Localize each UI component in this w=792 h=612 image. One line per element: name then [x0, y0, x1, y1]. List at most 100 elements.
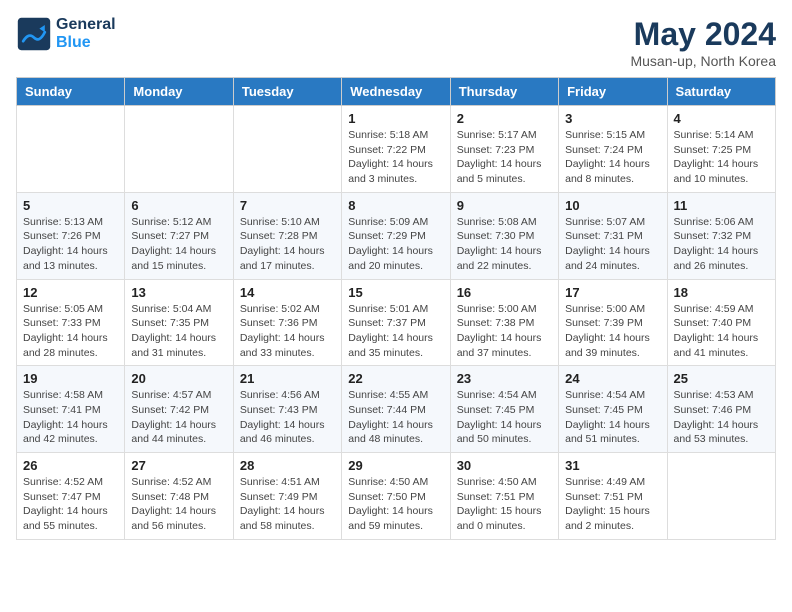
day-info: Sunrise: 4:50 AM Sunset: 7:51 PM Dayligh… — [457, 475, 552, 534]
day-info: Sunrise: 5:00 AM Sunset: 7:38 PM Dayligh… — [457, 302, 552, 361]
day-number: 7 — [240, 198, 335, 213]
day-info: Sunrise: 5:06 AM Sunset: 7:32 PM Dayligh… — [674, 215, 769, 274]
day-cell-30: 30 Sunrise: 4:50 AM Sunset: 7:51 PM Dayli… — [450, 453, 558, 540]
weekday-header-saturday: Saturday — [667, 78, 775, 106]
day-info: Sunrise: 5:05 AM Sunset: 7:33 PM Dayligh… — [23, 302, 118, 361]
title-block: May 2024 Musan-up, North Korea — [630, 16, 776, 69]
day-number: 1 — [348, 111, 443, 126]
day-cell-13: 13 Sunrise: 5:04 AM Sunset: 7:35 PM Dayli… — [125, 279, 233, 366]
empty-cell — [125, 106, 233, 193]
day-number: 20 — [131, 371, 226, 386]
day-cell-11: 11 Sunrise: 5:06 AM Sunset: 7:32 PM Dayli… — [667, 192, 775, 279]
weekday-header-friday: Friday — [559, 78, 667, 106]
day-number: 6 — [131, 198, 226, 213]
day-number: 26 — [23, 458, 118, 473]
day-info: Sunrise: 4:54 AM Sunset: 7:45 PM Dayligh… — [565, 388, 660, 447]
day-info: Sunrise: 4:59 AM Sunset: 7:40 PM Dayligh… — [674, 302, 769, 361]
day-cell-19: 19 Sunrise: 4:58 AM Sunset: 7:41 PM Dayli… — [17, 366, 125, 453]
day-number: 29 — [348, 458, 443, 473]
day-cell-2: 2 Sunrise: 5:17 AM Sunset: 7:23 PM Daylig… — [450, 106, 558, 193]
day-number: 25 — [674, 371, 769, 386]
day-number: 5 — [23, 198, 118, 213]
day-info: Sunrise: 4:56 AM Sunset: 7:43 PM Dayligh… — [240, 388, 335, 447]
day-info: Sunrise: 5:02 AM Sunset: 7:36 PM Dayligh… — [240, 302, 335, 361]
day-cell-26: 26 Sunrise: 4:52 AM Sunset: 7:47 PM Dayli… — [17, 453, 125, 540]
day-cell-5: 5Sunrise: 5:13 AM Sunset: 7:26 PM Daylig… — [17, 192, 125, 279]
day-info: Sunrise: 4:52 AM Sunset: 7:48 PM Dayligh… — [131, 475, 226, 534]
week-row-2: 5Sunrise: 5:13 AM Sunset: 7:26 PM Daylig… — [17, 192, 776, 279]
weekday-header-wednesday: Wednesday — [342, 78, 450, 106]
day-info: Sunrise: 5:14 AM Sunset: 7:25 PM Dayligh… — [674, 128, 769, 187]
day-number: 17 — [565, 285, 660, 300]
empty-cell — [667, 453, 775, 540]
day-number: 13 — [131, 285, 226, 300]
day-cell-31: 31Sunrise: 4:49 AM Sunset: 7:51 PM Dayli… — [559, 453, 667, 540]
day-number: 10 — [565, 198, 660, 213]
day-cell-28: 28Sunrise: 4:51 AM Sunset: 7:49 PM Dayli… — [233, 453, 341, 540]
day-cell-8: 8 Sunrise: 5:09 AM Sunset: 7:29 PM Daylig… — [342, 192, 450, 279]
day-cell-12: 12 Sunrise: 5:05 AM Sunset: 7:33 PM Dayli… — [17, 279, 125, 366]
day-info: Sunrise: 4:50 AM Sunset: 7:50 PM Dayligh… — [348, 475, 443, 534]
day-number: 27 — [131, 458, 226, 473]
day-info: Sunrise: 5:07 AM Sunset: 7:31 PM Dayligh… — [565, 215, 660, 274]
weekday-header-sunday: Sunday — [17, 78, 125, 106]
day-info: Sunrise: 5:15 AM Sunset: 7:24 PM Dayligh… — [565, 128, 660, 187]
day-cell-17: 17Sunrise: 5:00 AM Sunset: 7:39 PM Dayli… — [559, 279, 667, 366]
weekday-header-thursday: Thursday — [450, 78, 558, 106]
day-number: 3 — [565, 111, 660, 126]
week-row-3: 12 Sunrise: 5:05 AM Sunset: 7:33 PM Dayli… — [17, 279, 776, 366]
logo-icon — [16, 16, 52, 52]
day-info: Sunrise: 4:51 AM Sunset: 7:49 PM Dayligh… — [240, 475, 335, 534]
day-number: 8 — [348, 198, 443, 213]
day-info: Sunrise: 4:49 AM Sunset: 7:51 PM Dayligh… — [565, 475, 660, 534]
day-number: 15 — [348, 285, 443, 300]
week-row-5: 26 Sunrise: 4:52 AM Sunset: 7:47 PM Dayli… — [17, 453, 776, 540]
day-number: 24 — [565, 371, 660, 386]
day-cell-15: 15 Sunrise: 5:01 AM Sunset: 7:37 PM Dayli… — [342, 279, 450, 366]
day-cell-6: 6Sunrise: 5:12 AM Sunset: 7:27 PM Daylig… — [125, 192, 233, 279]
day-cell-23: 23 Sunrise: 4:54 AM Sunset: 7:45 PM Dayli… — [450, 366, 558, 453]
day-cell-14: 14 Sunrise: 5:02 AM Sunset: 7:36 PM Dayli… — [233, 279, 341, 366]
day-info: Sunrise: 4:52 AM Sunset: 7:47 PM Dayligh… — [23, 475, 118, 534]
weekday-header-row: SundayMondayTuesdayWednesdayThursdayFrid… — [17, 78, 776, 106]
day-number: 9 — [457, 198, 552, 213]
day-cell-29: 29 Sunrise: 4:50 AM Sunset: 7:50 PM Dayli… — [342, 453, 450, 540]
day-number: 4 — [674, 111, 769, 126]
day-number: 14 — [240, 285, 335, 300]
day-cell-21: 21 Sunrise: 4:56 AM Sunset: 7:43 PM Dayli… — [233, 366, 341, 453]
day-number: 12 — [23, 285, 118, 300]
day-cell-20: 20 Sunrise: 4:57 AM Sunset: 7:42 PM Dayli… — [125, 366, 233, 453]
day-info: Sunrise: 5:18 AM Sunset: 7:22 PM Dayligh… — [348, 128, 443, 187]
day-info: Sunrise: 5:01 AM Sunset: 7:37 PM Dayligh… — [348, 302, 443, 361]
week-row-1: 1 Sunrise: 5:18 AM Sunset: 7:22 PM Daylig… — [17, 106, 776, 193]
month-title: May 2024 — [630, 16, 776, 53]
day-cell-3: 3 Sunrise: 5:15 AM Sunset: 7:24 PM Daylig… — [559, 106, 667, 193]
week-row-4: 19 Sunrise: 4:58 AM Sunset: 7:41 PM Dayli… — [17, 366, 776, 453]
day-cell-9: 9Sunrise: 5:08 AM Sunset: 7:30 PM Daylig… — [450, 192, 558, 279]
logo-text: General Blue — [56, 16, 116, 53]
day-cell-18: 18Sunrise: 4:59 AM Sunset: 7:40 PM Dayli… — [667, 279, 775, 366]
day-info: Sunrise: 4:53 AM Sunset: 7:46 PM Dayligh… — [674, 388, 769, 447]
day-cell-27: 27 Sunrise: 4:52 AM Sunset: 7:48 PM Dayli… — [125, 453, 233, 540]
weekday-header-monday: Monday — [125, 78, 233, 106]
day-info: Sunrise: 4:54 AM Sunset: 7:45 PM Dayligh… — [457, 388, 552, 447]
day-cell-24: 24 Sunrise: 4:54 AM Sunset: 7:45 PM Dayli… — [559, 366, 667, 453]
day-info: Sunrise: 5:17 AM Sunset: 7:23 PM Dayligh… — [457, 128, 552, 187]
day-cell-10: 10 Sunrise: 5:07 AM Sunset: 7:31 PM Dayli… — [559, 192, 667, 279]
day-number: 11 — [674, 198, 769, 213]
day-number: 2 — [457, 111, 552, 126]
day-number: 19 — [23, 371, 118, 386]
day-info: Sunrise: 5:04 AM Sunset: 7:35 PM Dayligh… — [131, 302, 226, 361]
empty-cell — [233, 106, 341, 193]
calendar-table: SundayMondayTuesdayWednesdayThursdayFrid… — [16, 77, 776, 540]
day-number: 16 — [457, 285, 552, 300]
day-info: Sunrise: 4:58 AM Sunset: 7:41 PM Dayligh… — [23, 388, 118, 447]
day-number: 23 — [457, 371, 552, 386]
day-info: Sunrise: 4:57 AM Sunset: 7:42 PM Dayligh… — [131, 388, 226, 447]
weekday-header-tuesday: Tuesday — [233, 78, 341, 106]
day-number: 21 — [240, 371, 335, 386]
page-header: General Blue May 2024 Musan-up, North Ko… — [16, 16, 776, 69]
location: Musan-up, North Korea — [630, 53, 776, 69]
day-number: 30 — [457, 458, 552, 473]
day-info: Sunrise: 5:09 AM Sunset: 7:29 PM Dayligh… — [348, 215, 443, 274]
